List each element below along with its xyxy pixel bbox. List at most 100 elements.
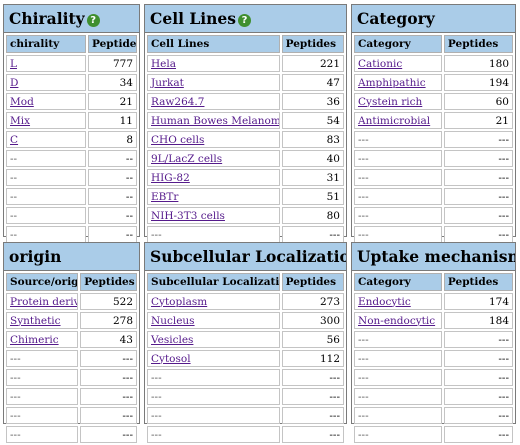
row-peptide-count: 21 [443, 112, 513, 129]
table-row: Hela 221 [147, 55, 344, 72]
row-label-cell: Cystein rich [354, 93, 442, 110]
row-label-link[interactable]: Mod [10, 96, 34, 108]
panel-title: origin [4, 243, 139, 271]
row-peptide-count: 40 [281, 150, 344, 167]
table-row: --- --- [354, 131, 513, 148]
row-label-text: --- [358, 371, 369, 384]
table-row: --- --- [354, 226, 513, 243]
row-label-cell: D [6, 74, 86, 91]
row-label-link[interactable]: Jurkat [151, 77, 184, 89]
column-header-label: Category [354, 273, 442, 291]
row-label-link[interactable]: Human Bowes Melanoma [151, 115, 279, 127]
row-label-link[interactable]: 9L/LacZ cells [151, 153, 222, 165]
row-label-text: --- [151, 228, 162, 241]
row-label-text: --- [10, 371, 21, 384]
row-label-cell: Jurkat [147, 74, 280, 91]
panel-title-text: Category [357, 9, 435, 28]
column-header-peptides: Peptides [281, 273, 344, 291]
row-label-link[interactable]: L [10, 58, 17, 70]
row-label-text: --- [358, 390, 369, 403]
row-label-link[interactable]: Vesicles [151, 334, 193, 346]
table-row: -- -- [6, 188, 137, 205]
row-peptide-count: -- [87, 207, 137, 224]
row-label-cell: C [6, 131, 86, 148]
row-label-cell: --- [354, 207, 442, 224]
row-peptide-count: 80 [281, 207, 344, 224]
table-header-row: Source/originPeptides [6, 273, 137, 291]
row-peptide-count: 21 [87, 93, 137, 110]
row-label-link[interactable]: Cytoplasm [151, 296, 207, 308]
row-label-link[interactable]: Synthetic [10, 315, 61, 327]
table-row: Non-endocytic 184 [354, 312, 513, 329]
help-question-icon[interactable]: ? [86, 14, 100, 27]
panel-title-text: origin [9, 247, 62, 266]
row-label-link[interactable]: Endocytic [358, 296, 411, 308]
row-label-link[interactable]: Protein derived [10, 296, 77, 308]
row-label-text: --- [10, 409, 21, 422]
table-row: --- --- [6, 369, 137, 386]
stats-table: Source/originPeptidesProtein derived522S… [4, 271, 139, 445]
row-peptide-count: 174 [443, 293, 513, 310]
row-label-cell: --- [354, 331, 442, 348]
row-label-cell: Hela [147, 55, 280, 72]
row-label-link[interactable]: Cationic [358, 58, 402, 70]
table-row: --- --- [147, 226, 344, 243]
row-peptide-count: --- [281, 226, 344, 243]
row-label-link[interactable]: NIH-3T3 cells [151, 210, 225, 222]
row-peptide-count: --- [443, 388, 513, 405]
table-row: --- --- [354, 350, 513, 367]
row-label-link[interactable]: Cytosol [151, 353, 191, 365]
table-row: --- --- [354, 150, 513, 167]
row-label-link[interactable]: Non-endocytic [358, 315, 435, 327]
row-label-link[interactable]: Chimeric [10, 334, 59, 346]
table-row: Antimicrobial 21 [354, 112, 513, 129]
row-label-link[interactable]: CHO cells [151, 134, 204, 146]
row-peptide-count: 11 [87, 112, 137, 129]
row-label-cell: NIH-3T3 cells [147, 207, 280, 224]
row-label-cell: Cytosol [147, 350, 280, 367]
row-label-link[interactable]: HIG-82 [151, 172, 190, 184]
row-label-link[interactable]: EBTr [151, 191, 178, 203]
row-peptide-count: --- [281, 407, 344, 424]
row-peptide-count: --- [80, 369, 137, 386]
panel-title-text: Uptake mechanism [357, 247, 515, 266]
row-label-link[interactable]: C [10, 134, 18, 146]
row-peptide-count: 300 [281, 312, 344, 329]
row-label-cell: Amphipathic [354, 74, 442, 91]
row-label-link[interactable]: Antimicrobial [358, 115, 430, 127]
column-header-peptides: Peptides [443, 35, 513, 53]
row-peptide-count: --- [80, 426, 137, 443]
row-peptide-count: --- [80, 407, 137, 424]
table-row: Mod 21 [6, 93, 137, 110]
table-row: HIG-82 31 [147, 169, 344, 186]
column-header-peptides: Peptides [443, 273, 513, 291]
row-peptide-count: -- [87, 169, 137, 186]
panel-origin: origin Source/originPeptides Protein deriv… [3, 242, 140, 443]
row-peptide-count: --- [443, 407, 513, 424]
table-header-row: Category Peptides [354, 273, 513, 291]
table-row: --- --- [354, 407, 513, 424]
row-label-link[interactable]: Hela [151, 58, 176, 70]
panel-title: Category [352, 5, 515, 33]
column-header-peptides: Peptides [281, 35, 344, 53]
help-question-icon[interactable]: ? [238, 14, 252, 27]
row-label-link[interactable]: D [10, 77, 18, 89]
panel-title-text: Subcellular Localization [150, 247, 346, 266]
row-label-text: --- [358, 228, 369, 241]
row-label-link[interactable]: Mix [10, 115, 30, 127]
table-row: --- --- [147, 407, 344, 424]
row-label-cell: Human Bowes Melanoma [147, 112, 280, 129]
row-label-cell: --- [6, 388, 79, 405]
table-row: Jurkat 47 [147, 74, 344, 91]
table-row: Vesicles 56 [147, 331, 344, 348]
panel-cell-lines: Cell Lines? Cell Lines Peptides Hela 221 Jurk… [144, 4, 347, 243]
table-row: -- -- [6, 150, 137, 167]
row-label-link[interactable]: Raw264.7 [151, 96, 204, 108]
row-label-link[interactable]: Nucleus [151, 315, 195, 327]
row-peptide-count: 51 [281, 188, 344, 205]
row-label-link[interactable]: Cystein rich [358, 96, 422, 108]
row-label-cell: EBTr [147, 188, 280, 205]
row-label-text: -- [10, 152, 18, 165]
row-label-link[interactable]: Amphipathic [358, 77, 426, 89]
table-row: Human Bowes Melanoma 54 [147, 112, 344, 129]
